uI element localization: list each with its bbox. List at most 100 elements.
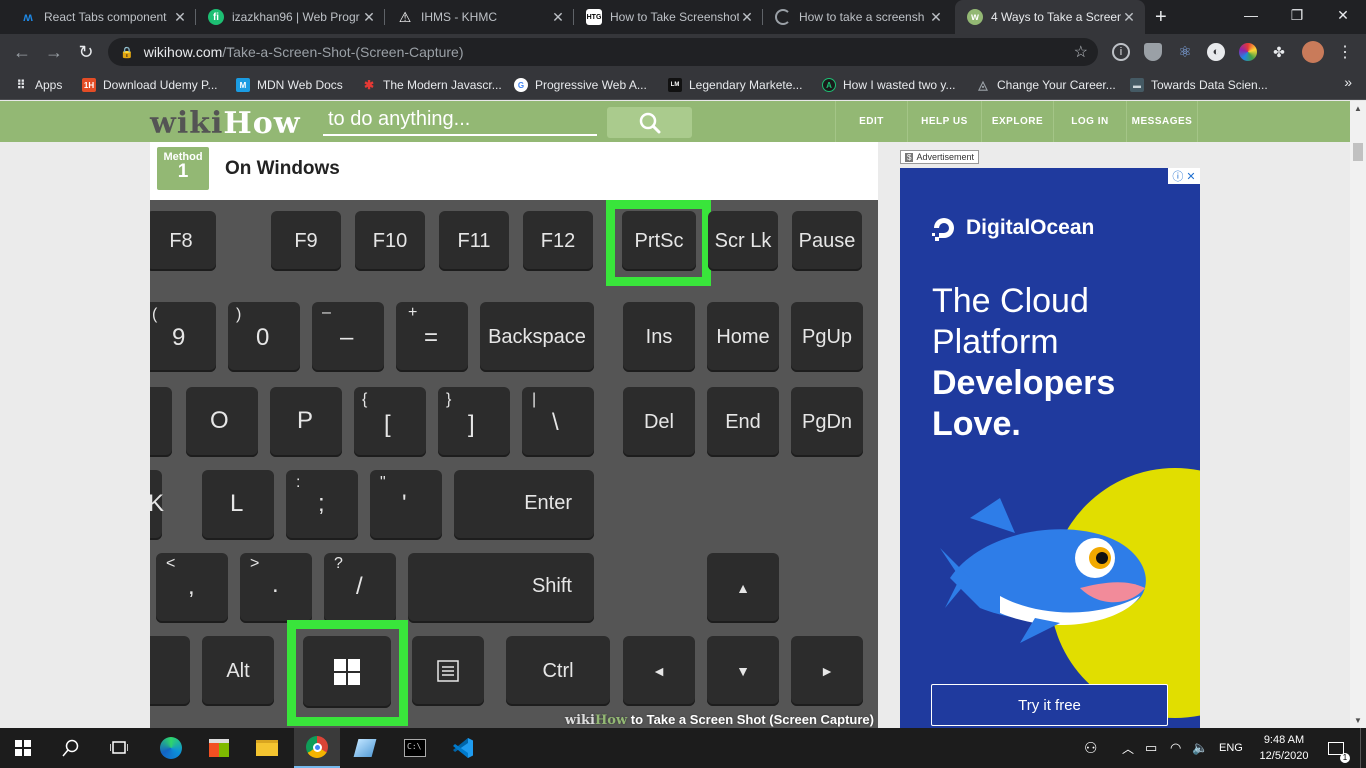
tab-ihms[interactable]: ⚠ IHMS - KHMC ✕ (385, 0, 574, 34)
bookmark-medium[interactable]: A How I wasted two y... (822, 76, 955, 94)
taskbar-terminal[interactable]: C:\ (392, 728, 438, 768)
key-delete: Del (623, 387, 695, 457)
tab-screenshot-guide[interactable]: How to take a screensh ✕ (763, 0, 952, 34)
key-period: >. (240, 553, 312, 623)
extensions-puzzle-icon[interactable]: ✤ (1270, 43, 1288, 61)
tab-fiverr[interactable]: fi izazkhan96 | Web Progr ✕ (196, 0, 385, 34)
tab-wikihow-active[interactable]: w 4 Ways to Take a Screen ✕ (955, 0, 1145, 34)
key-windows (303, 636, 391, 708)
close-tab-icon[interactable]: ✕ (739, 9, 755, 26)
method-title: On Windows (225, 158, 340, 179)
bookmark-tds[interactable]: ▬ Towards Data Scien... (1130, 76, 1268, 94)
key-shift: Shift (408, 553, 594, 623)
nav-edit[interactable]: EDIT (835, 101, 907, 142)
back-icon[interactable]: ← (10, 40, 34, 64)
search-button[interactable] (607, 107, 692, 138)
start-button[interactable] (0, 728, 46, 768)
bookmarks-bar: ⠿ Apps 1H Download Udemy P... M MDN Web … (0, 70, 1366, 100)
system-clock[interactable]: 9:48 AM 12/5/2020 (1255, 732, 1313, 764)
show-desktop-button[interactable] (1360, 728, 1366, 768)
key-backspace: Backspace (480, 302, 594, 372)
task-view-button[interactable] (96, 728, 142, 768)
close-tab-icon[interactable]: ✕ (361, 9, 377, 26)
key-0: ) 0 (228, 302, 300, 372)
windows-logo-icon (334, 659, 360, 685)
nav-log-in[interactable]: LOG IN (1053, 101, 1126, 142)
bookmarks-overflow-icon[interactable]: » (1344, 74, 1352, 90)
key-f8: F8 (150, 211, 216, 271)
taskbar-edge[interactable] (148, 728, 194, 768)
language-indicator[interactable]: ENG (1219, 728, 1243, 768)
taskbar-chrome[interactable] (294, 728, 340, 768)
key-right-bracket: }] (438, 387, 510, 457)
key-prtsc: PrtSc (622, 211, 696, 271)
ad-dollar-icon: $ (905, 152, 914, 162)
digitalocean-logo: DigitalOcean (930, 214, 1094, 242)
people-icon[interactable]: ⚇ (1084, 728, 1097, 768)
close-tab-icon[interactable]: ✕ (550, 9, 566, 26)
close-tab-icon[interactable]: ✕ (172, 9, 188, 26)
bookmark-legendary-marketer[interactable]: LM Legendary Markete... (668, 76, 802, 94)
javascript-info-icon: ✱ (363, 78, 375, 92)
search-input[interactable]: to do anything... (323, 108, 597, 136)
minimize-icon[interactable]: — (1228, 0, 1274, 30)
scroll-up-arrow-icon[interactable]: ▲ (1354, 104, 1362, 113)
reload-icon[interactable]: ↻ (74, 40, 98, 64)
keyboard-illustration[interactable]: F8 F9 F10 F11 F12 PrtSc Scr Lk Pause (9 … (150, 200, 878, 728)
new-tab-icon[interactable]: + (1155, 6, 1167, 29)
close-window-icon[interactable]: ✕ (1320, 0, 1366, 30)
key-f10: F10 (355, 211, 425, 271)
tab-htg[interactable]: HTG How to Take Screenshot ✕ (574, 0, 763, 34)
menu-kebab-icon[interactable]: ⋮ (1336, 43, 1354, 61)
bookmark-career[interactable]: ◬ Change Your Career... (976, 76, 1115, 94)
bookmark-javascript-info[interactable]: ✱ The Modern Javascr... (362, 76, 502, 94)
store-icon (209, 739, 229, 757)
taskbar-store[interactable] (196, 728, 242, 768)
battery-icon[interactable]: ▭ (1145, 728, 1157, 768)
nav-help-us[interactable]: HELP US (907, 101, 981, 142)
digitalocean-ad[interactable]: ⓘ ✕ DigitalOcean The Cloud Platform Deve… (900, 168, 1200, 728)
react-devtools-icon[interactable]: ⚛ (1176, 43, 1194, 61)
bookmark-apps[interactable]: ⠿ Apps (14, 76, 63, 94)
wifi-icon[interactable]: ◠ (1170, 728, 1181, 768)
address-bar[interactable]: 🔒 wikihow.com/Take-a-Screen-Shot-(Screen… (108, 38, 1098, 66)
key-alt: Alt (202, 636, 274, 706)
bookmark-star-icon[interactable]: ☆ (1074, 42, 1088, 62)
close-tab-icon[interactable]: ✕ (1121, 9, 1137, 26)
search-taskbar-button[interactable] (48, 728, 94, 768)
restore-icon[interactable]: ❐ (1274, 0, 1320, 30)
extension-lightbulb-icon[interactable]: i (1112, 43, 1130, 61)
try-it-free-button[interactable]: Try it free (931, 684, 1168, 726)
adchoices-icon[interactable]: ⓘ ✕ (1168, 168, 1200, 184)
tab-react-tabs[interactable]: ʍ React Tabs component ✕ (8, 0, 196, 34)
windows-start-icon (15, 740, 31, 756)
nav-messages[interactable]: MESSAGES (1126, 101, 1198, 142)
taskbar-app-crystal[interactable] (342, 728, 388, 768)
lock-icon[interactable]: 🔒 (120, 46, 134, 59)
colorpick-icon[interactable] (1239, 43, 1257, 61)
close-tab-icon[interactable]: ✕ (928, 9, 944, 26)
forward-icon[interactable]: → (42, 40, 66, 64)
bookmark-mdn[interactable]: M MDN Web Docs (236, 76, 343, 94)
key-home: Home (707, 302, 779, 372)
extension-circle-icon[interactable]: ◐ (1207, 43, 1225, 61)
key-quote: " ' (370, 470, 442, 540)
bookmark-pwa[interactable]: G Progressive Web A... (514, 76, 647, 94)
page-scrollbar[interactable]: ▲ ▼ (1350, 101, 1366, 728)
profile-avatar[interactable] (1302, 41, 1324, 63)
taskbar-vscode[interactable] (440, 728, 486, 768)
bookmark-udemy[interactable]: 1H Download Udemy P... (82, 76, 218, 94)
wikihow-logo[interactable]: wikiHow (150, 106, 301, 141)
ublock-shield-icon[interactable] (1144, 43, 1162, 61)
scrollbar-thumb[interactable] (1353, 143, 1363, 161)
task-view-icon (110, 741, 128, 754)
taskbar-file-explorer[interactable] (244, 728, 290, 768)
volume-icon[interactable]: 🔈 (1192, 728, 1208, 768)
scroll-down-arrow-icon[interactable]: ▼ (1354, 716, 1362, 725)
nav-explore[interactable]: EXPLORE (981, 101, 1053, 142)
medium-icon: A (822, 78, 836, 92)
show-hidden-icons-icon[interactable]: ︿ (1122, 728, 1134, 768)
folder-icon (256, 740, 278, 756)
notification-center-icon[interactable]: 1 (1324, 728, 1350, 768)
wikihow-header: wikiHow to do anything... EDIT HELP US E… (0, 101, 1350, 142)
